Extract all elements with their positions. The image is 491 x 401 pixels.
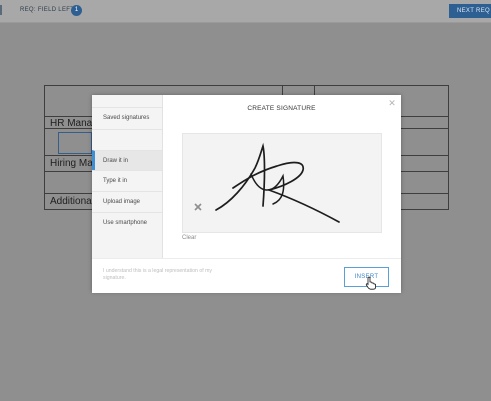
- top-bar: REQ: FIELD LEFT 1 NEXT REQ: [0, 0, 491, 23]
- table-border: [44, 85, 45, 210]
- signature-drawing: [194, 142, 340, 223]
- signature-stroke: [215, 142, 266, 211]
- signature-stroke: [232, 161, 340, 223]
- table-border: [448, 85, 449, 210]
- dialog-title: CREATE SIGNATURE: [247, 105, 316, 112]
- tab-saved-signatures[interactable]: Saved signatures: [92, 107, 162, 127]
- next-required-button[interactable]: NEXT REQ: [449, 4, 491, 18]
- signature-stroke: [250, 173, 285, 205]
- tab-draw-it-in[interactable]: Draw it in: [92, 150, 162, 170]
- document-row-label: Hiring Ma: [50, 158, 93, 169]
- hand-cursor-icon: [365, 276, 376, 290]
- required-count-badge: 1: [71, 5, 82, 16]
- tab-use-smartphone[interactable]: Use smartphone: [92, 212, 162, 232]
- menu-edge-icon[interactable]: [0, 5, 6, 15]
- signature-field[interactable]: [58, 132, 92, 154]
- create-signature-dialog: Saved signatures Draw it in Type it in U…: [92, 95, 401, 293]
- clear-link[interactable]: Clear: [182, 235, 196, 241]
- required-fields-label: REQ: FIELD LEFT: [20, 7, 75, 13]
- table-border: [44, 85, 449, 86]
- clear-x-icon: [194, 203, 202, 211]
- sidebar-spacer: [92, 129, 162, 149]
- document-row-label: Additional: [50, 196, 94, 207]
- dialog-footer: I understand this is a legal representat…: [92, 258, 401, 293]
- signature-canvas[interactable]: [182, 133, 382, 233]
- document-row-label: HR Manag: [50, 118, 98, 129]
- legal-disclaimer: I understand this is a legal representat…: [103, 268, 212, 281]
- close-icon[interactable]: ✕: [387, 98, 397, 108]
- tab-type-it-in[interactable]: Type it in: [92, 170, 162, 190]
- signature-method-sidebar: Saved signatures Draw it in Type it in U…: [92, 95, 163, 258]
- tab-upload-image[interactable]: Upload image: [92, 191, 162, 211]
